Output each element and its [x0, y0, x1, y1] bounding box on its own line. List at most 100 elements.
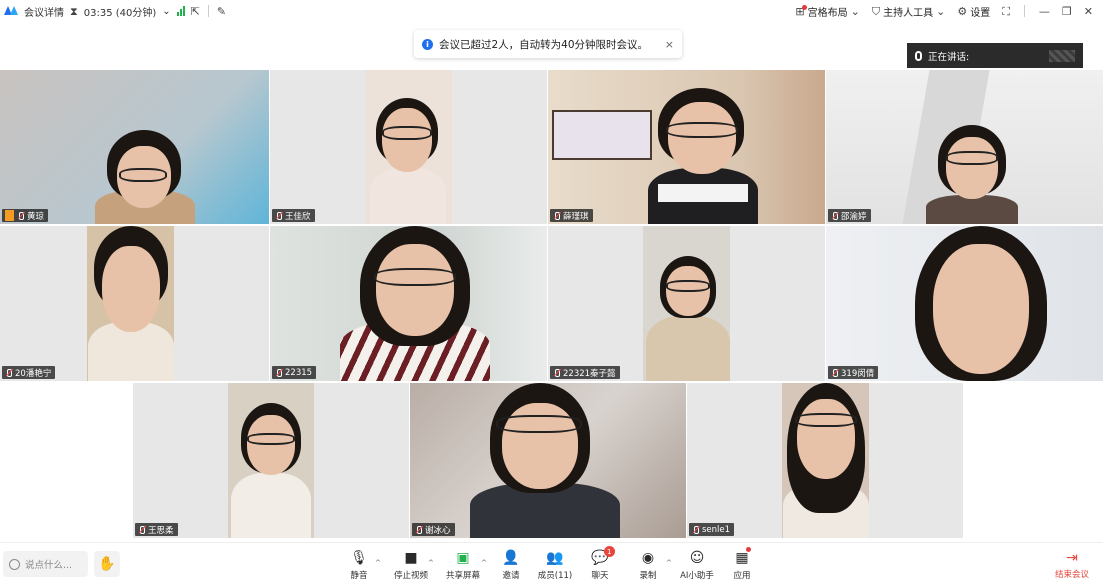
- add-user-icon: 👤: [502, 550, 520, 566]
- participant-name: 王佳欣: [285, 211, 311, 222]
- video-tile[interactable]: 邵渝婷: [826, 70, 1103, 224]
- end-meeting-button[interactable]: ⇥ 结束会议: [1055, 548, 1089, 580]
- members-label: 成员(11): [537, 571, 573, 581]
- record-label: 录制: [639, 571, 657, 581]
- invite-label: 邀请: [502, 571, 520, 581]
- video-tile[interactable]: senle1: [687, 383, 963, 538]
- participant-name: 谢冰心: [425, 525, 451, 536]
- mic-muted-icon: [831, 211, 838, 220]
- video-tile[interactable]: 319闵倩: [826, 226, 1103, 381]
- notice-close-button[interactable]: ×: [665, 38, 674, 51]
- mic-muted-icon: [553, 368, 560, 377]
- record-icon: ◉: [641, 550, 655, 566]
- participant-name-tag: 22315: [272, 366, 317, 379]
- chat-unread-badge: 1: [603, 546, 615, 557]
- apps-label: 应用: [733, 571, 751, 581]
- share-screen-icon: ▣: [456, 550, 470, 566]
- participant-name: 22321秦子懿: [563, 368, 616, 379]
- participant-name: 20潘艳宁: [15, 368, 52, 379]
- participant-name-tag: 319闵倩: [828, 366, 879, 379]
- chat-icon: 💬 1: [591, 546, 615, 568]
- network-signal-icon[interactable]: [176, 6, 185, 16]
- restore-icon[interactable]: ❐: [1062, 6, 1072, 17]
- mic-muted-icon: [17, 211, 24, 220]
- host-tools-button[interactable]: ⛉ 主持人工具 ⌄: [872, 4, 945, 19]
- participant-name-tag: 22321秦子懿: [550, 366, 620, 379]
- mic-muted-icon: [138, 525, 145, 534]
- mic-muted-icon: [5, 368, 12, 377]
- gear-icon: ⚙: [957, 4, 968, 18]
- chat-button[interactable]: 💬 1 聊天: [576, 546, 624, 581]
- invite-button[interactable]: 👤 邀请: [487, 548, 535, 581]
- mic-muted-icon: [692, 525, 699, 534]
- ai-assistant-button[interactable]: ☺ AI小助手: [673, 548, 721, 581]
- timer-caret-icon[interactable]: ⌄: [162, 6, 170, 17]
- share-link-icon[interactable]: ⇱: [191, 6, 200, 17]
- share-screen-button[interactable]: ▣ 共享屏幕: [439, 548, 487, 581]
- camera-icon: ■: [404, 550, 418, 566]
- video-tile[interactable]: 22315: [270, 226, 547, 381]
- apps-icon: ▦: [735, 547, 751, 566]
- chat-label: 聊天: [591, 571, 609, 581]
- participant-name: 薛瑾琪: [563, 211, 589, 222]
- apps-button[interactable]: ▦ 应用: [718, 547, 766, 581]
- members-button[interactable]: 👥 成员(11): [531, 548, 579, 581]
- participant-name: 邵渝婷: [841, 211, 867, 222]
- mute-options-caret[interactable]: ^: [375, 559, 381, 567]
- host-badge-icon: [5, 210, 14, 221]
- fullscreen-icon[interactable]: ⛶: [1002, 6, 1010, 17]
- chevron-down-icon: ⌄: [850, 4, 860, 18]
- participant-name-tag: 王思柔: [135, 523, 178, 536]
- video-tile[interactable]: 22321秦子懿: [548, 226, 825, 381]
- video-tile[interactable]: 谢冰心: [410, 383, 686, 538]
- video-tile[interactable]: 王佳欣: [270, 70, 547, 224]
- ai-assistant-icon: ☺: [689, 550, 705, 566]
- meeting-toolbar: 说点什么... ✋ 🎙 静音 ^ ■ 停止视频 ^ ▣ 共享屏幕 ^ 👤 邀请 …: [0, 542, 1103, 584]
- minimize-icon[interactable]: —: [1039, 6, 1050, 17]
- record-button[interactable]: ◉ 录制: [624, 548, 672, 581]
- ai-assistant-label: AI小助手: [680, 571, 714, 581]
- share-options-caret[interactable]: ^: [481, 559, 487, 567]
- time-limit-notice: i 会议已超过2人，自动转为40分钟限时会议。 ×: [414, 30, 682, 58]
- participant-name: 319闵倩: [841, 368, 875, 379]
- video-options-caret[interactable]: ^: [428, 559, 434, 567]
- notice-message: 会议已超过2人，自动转为40分钟限时会议。: [439, 38, 649, 51]
- video-tile[interactable]: 薛瑾琪: [548, 70, 825, 224]
- speaking-label: 正在讲话:: [928, 51, 970, 63]
- close-icon[interactable]: ✕: [1084, 6, 1093, 17]
- hand-icon: ✋: [98, 556, 116, 572]
- active-speaker-panel: 正在讲话:: [907, 43, 1083, 68]
- emoji-icon[interactable]: [9, 558, 20, 570]
- quick-chat-input[interactable]: 说点什么...: [3, 551, 88, 577]
- video-tile[interactable]: 20潘艳宁: [0, 226, 269, 381]
- video-tile[interactable]: 黄琼: [0, 70, 269, 224]
- settings-button[interactable]: ⚙ 设置: [957, 4, 990, 19]
- grid-layout-label: 宫格布局: [807, 7, 848, 19]
- settings-label: 设置: [970, 7, 991, 19]
- end-meeting-label: 结束会议: [1054, 570, 1089, 580]
- members-icon: 👥: [546, 550, 564, 566]
- microphone-icon: 🎙: [350, 550, 368, 566]
- participant-name-tag: 谢冰心: [412, 523, 455, 536]
- title-bar: 会议详情 ⧗ 03:35 (40分钟) ⌄ ⇱ ✎ ⊞ 宫格布局 ⌄ ⛉ 主持人…: [0, 0, 1103, 22]
- shield-icon: ⛉: [871, 4, 881, 18]
- info-icon: i: [422, 38, 433, 50]
- participant-name: 22315: [285, 367, 313, 378]
- participant-name-tag: senle1: [689, 523, 735, 536]
- grid-layout-button[interactable]: ⊞ 宫格布局 ⌄: [795, 4, 860, 19]
- mute-label: 静音: [350, 571, 368, 581]
- participant-name: 黄琼: [27, 211, 45, 222]
- participant-name-tag: 薛瑾琪: [550, 209, 593, 222]
- exit-icon: ⇥: [1066, 550, 1078, 566]
- meeting-timer[interactable]: 03:35 (40分钟): [84, 4, 157, 19]
- record-options-caret[interactable]: ^: [666, 559, 672, 567]
- meeting-details-link[interactable]: 会议详情: [24, 4, 64, 19]
- annotation-off-icon[interactable]: ✎: [217, 6, 226, 17]
- host-tools-label: 主持人工具: [883, 7, 934, 19]
- mic-muted-icon: [275, 211, 282, 220]
- video-tile[interactable]: 王思柔: [133, 383, 409, 538]
- hourglass-icon: ⧗: [70, 4, 78, 18]
- chat-placeholder: 说点什么...: [25, 560, 73, 571]
- chevron-down-icon: ⌄: [936, 4, 946, 18]
- raise-hand-button[interactable]: ✋: [94, 551, 120, 577]
